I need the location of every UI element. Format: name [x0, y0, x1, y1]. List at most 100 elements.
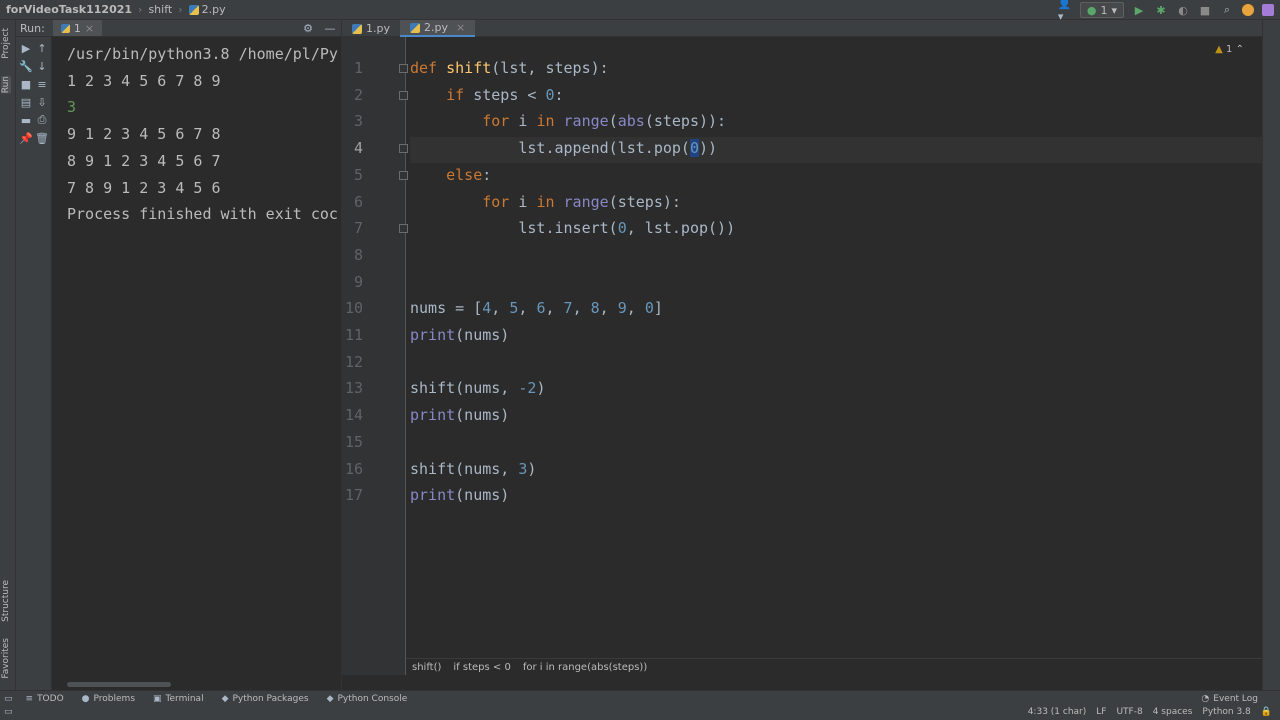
line-number-gutter: 1 2 3 4 5 6 7 8 9 10 11 12 13 14 15 16 1… — [342, 37, 424, 675]
console-line: 8 9 1 2 3 4 5 6 7 — [67, 151, 221, 170]
update-icon[interactable] — [1242, 4, 1254, 16]
code-area[interactable]: def shift(lst, steps): if steps < 0: for… — [410, 37, 1280, 675]
line-separator[interactable]: LF — [1096, 707, 1106, 717]
wrench-icon[interactable]: 🔧 — [19, 59, 33, 73]
close-icon[interactable]: × — [85, 22, 94, 35]
structure-tool-tab[interactable]: Structure — [1, 580, 11, 622]
line-number: 15 — [344, 432, 363, 451]
inspection-count: 1 — [1226, 44, 1233, 55]
python-file-icon — [352, 23, 362, 34]
coverage-icon[interactable]: ◐ — [1176, 3, 1190, 17]
code-line: print(nums) — [410, 486, 510, 505]
down-arrow-icon[interactable]: ↓ — [35, 59, 49, 73]
run-tool-tab[interactable]: Run — [1, 76, 11, 94]
console-line: /usr/bin/python3.8 /home/pl/Py — [67, 45, 338, 63]
problems-icon: ● — [81, 694, 90, 704]
console-horizontal-scrollbar[interactable] — [67, 682, 171, 687]
pin-icon[interactable]: 📌 — [19, 131, 33, 145]
python-console-tool-button[interactable]: ◆ Python Console — [318, 694, 417, 704]
line-number: 1 — [353, 59, 363, 77]
terminal-tool-button[interactable]: ▣ Terminal — [144, 694, 213, 704]
list-icon: ≡ — [25, 694, 34, 704]
run-configuration-select[interactable]: ● 1 ▾ — [1079, 2, 1124, 18]
code-line: lst.append(lst.pop(0)) — [410, 139, 718, 158]
console-line: 1 2 3 4 5 6 7 8 9 — [67, 71, 221, 90]
inspection-widget[interactable]: ▲ 1 ⌃ — [1215, 44, 1244, 55]
layout-icon[interactable]: ▤ — [19, 95, 33, 109]
line-number: 13 — [344, 379, 363, 398]
plugin-icon[interactable] — [1262, 4, 1274, 16]
event-log-button[interactable]: ◔ Event Log — [1201, 694, 1258, 704]
line-number: 3 — [353, 112, 363, 131]
print-icon[interactable]: ⎙ — [35, 113, 49, 127]
lock-icon[interactable]: 🔒 — [1261, 707, 1272, 717]
status-layout-icon[interactable]: ▭ — [4, 707, 13, 717]
user-icon[interactable]: 👤▾ — [1058, 0, 1072, 23]
tab-1-py[interactable]: 1.py — [342, 20, 400, 37]
todo-tool-button[interactable]: ≡ TODO — [17, 694, 73, 704]
fold-marker[interactable] — [399, 64, 408, 73]
nav-project[interactable]: forVideoTask11202​1 — [6, 3, 132, 16]
run-tab[interactable]: 1 × — [52, 20, 103, 36]
breadcrumb-item[interactable]: for i in range(abs(steps)) — [523, 662, 647, 673]
search-icon[interactable]: ⌕ — [1220, 3, 1234, 17]
gear-icon[interactable]: ⚙ — [301, 21, 315, 35]
code-line: print(nums) — [410, 406, 510, 425]
python-interpreter[interactable]: Python 3.8 — [1202, 707, 1250, 717]
nav-breadcrumb: forVideoTask11202​1 › shift › 2.py — [6, 3, 226, 16]
console-icon: ◆ — [326, 694, 334, 704]
tool-label: TODO — [37, 694, 64, 704]
soft-wrap-icon[interactable]: ≡ — [35, 77, 49, 91]
tab-label: 2.py — [424, 21, 448, 34]
file-encoding[interactable]: UTF-8 — [1116, 707, 1142, 717]
tool-label: Terminal — [165, 694, 204, 704]
line-number: 14 — [344, 406, 363, 425]
python-run-icon — [60, 23, 70, 33]
python-packages-tool-button[interactable]: ◆ Python Packages — [213, 694, 318, 704]
python-file-icon — [188, 4, 199, 15]
python-file-icon — [410, 22, 420, 33]
problems-tool-button[interactable]: ● Problems — [73, 694, 144, 704]
line-number: 7 — [353, 219, 363, 238]
fold-marker[interactable] — [399, 91, 408, 100]
line-number: 11 — [344, 326, 363, 344]
run-icon[interactable]: ▶ — [1132, 3, 1146, 17]
stop-icon[interactable]: ■ — [19, 77, 33, 91]
fold-marker[interactable] — [399, 224, 408, 233]
run-tab-label: 1 — [73, 21, 81, 35]
console-output[interactable]: /usr/bin/python3.8 /home/pl/Py 1 2 3 4 5 … — [53, 37, 341, 690]
project-tool-tab[interactable]: Project — [1, 28, 11, 59]
breadcrumb-item[interactable]: shift() — [412, 662, 441, 673]
nav-folder[interactable]: shift — [148, 3, 172, 16]
breadcrumb-item[interactable]: if steps < 0 — [453, 662, 510, 673]
line-number: 8 — [353, 245, 363, 264]
line-number: 17 — [344, 486, 363, 505]
scroll-to-end-icon[interactable]: ⇩ — [35, 95, 49, 109]
favorites-tool-tab[interactable]: Favorites — [1, 638, 11, 679]
fold-marker[interactable] — [399, 171, 408, 180]
caret-position[interactable]: 4:33 (1 char) — [1028, 707, 1087, 717]
up-arrow-icon[interactable]: ↑ — [35, 41, 49, 55]
stop-icon[interactable]: ■ — [1198, 3, 1212, 17]
rerun-icon[interactable]: ▶ — [19, 41, 33, 55]
code-editor: 1.py 2.py × 1 2 3 4 5 6 7 8 9 10 11 12 1… — [342, 20, 1280, 675]
right-tool-strip — [1262, 20, 1280, 690]
console-line: Process finished with exit coc — [67, 205, 338, 224]
code-line: else: — [446, 165, 492, 184]
restore-layout-icon[interactable]: ▬ — [19, 113, 33, 127]
layout-toggle-icon[interactable]: ▭ — [0, 694, 17, 704]
run-header: Run: 1 × ⚙ — — [16, 20, 341, 37]
trash-icon[interactable]: 🗑 — [35, 131, 49, 145]
minimize-icon[interactable]: — — [323, 21, 337, 35]
debug-icon[interactable]: ✱ — [1154, 3, 1168, 17]
event-log-label: Event Log — [1213, 694, 1258, 704]
fold-marker[interactable] — [399, 144, 408, 153]
close-tab-icon[interactable]: × — [456, 21, 465, 34]
run-config-label: 1 — [1100, 3, 1108, 17]
line-number: 5 — [353, 165, 363, 184]
console-input-line: 3 — [67, 98, 77, 117]
indent-setting[interactable]: 4 spaces — [1153, 707, 1193, 717]
line-number: 16 — [344, 459, 363, 478]
tab-2-py[interactable]: 2.py × — [400, 20, 476, 37]
nav-file[interactable]: 2.py — [188, 3, 226, 16]
